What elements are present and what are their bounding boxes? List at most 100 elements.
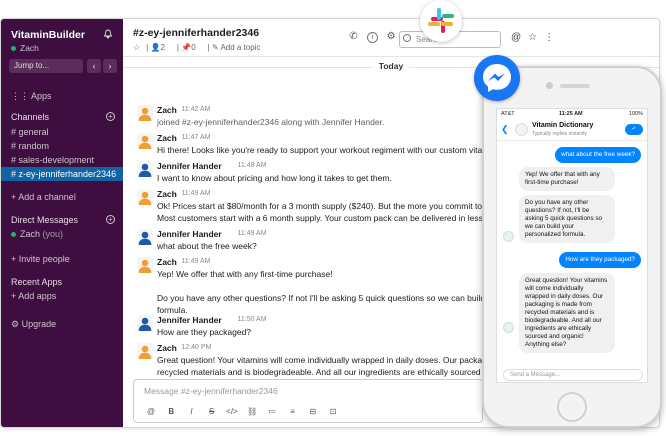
message-author[interactable]: Zach: [157, 257, 177, 267]
message-timestamp[interactable]: 11:48 AM: [238, 162, 267, 169]
info-icon[interactable]: i: [366, 32, 378, 43]
recent-apps-header[interactable]: Recent Apps: [11, 277, 62, 287]
bot-avatar-small: [503, 231, 514, 242]
gear-icon[interactable]: ⚙: [386, 32, 397, 43]
more-vertical-icon[interactable]: ⋮: [544, 32, 561, 43]
speaker-icon: [560, 84, 590, 88]
avatar[interactable]: [137, 133, 153, 149]
channel-header: #z-ey-jenniferhander2346 ☆ | 👤2 | 📌0 | ✎ Ad…: [123, 19, 659, 57]
message-author[interactable]: Zach: [157, 105, 177, 115]
strikethrough-icon[interactable]: S: [203, 407, 221, 416]
status-bar: AT&T 11:25 AM 100%: [501, 111, 643, 117]
avatar[interactable]: [137, 257, 153, 273]
avatar[interactable]: [137, 161, 153, 177]
star-icon[interactable]: ☆: [133, 43, 140, 52]
sidebar-item-general[interactable]: # general: [1, 125, 123, 139]
messenger-input[interactable]: Send a Message...: [503, 369, 643, 381]
channel-title[interactable]: #z-ey-jenniferhander2346: [133, 27, 259, 39]
sidebar: VitaminBuilder Zach Jump to... ‹ › ⋮⋮ Ap…: [1, 19, 123, 427]
message-author[interactable]: Jennifer Hander: [157, 161, 222, 171]
quote-icon[interactable]: ⊟: [304, 407, 322, 416]
check-icon[interactable]: ✓: [625, 124, 643, 135]
format-toolbar: @ B I S </> ⛓ ≔ ≡ ⊟ ⊡: [142, 407, 342, 416]
message-composer[interactable]: Message #z-ey-jenniferhander2346 @ B I S…: [133, 379, 483, 423]
conversation-subtitle: Typically replies instantly: [532, 131, 588, 137]
current-user: Zach: [11, 43, 39, 53]
channels-header[interactable]: Channels: [11, 112, 49, 122]
conversation-title: Vitamin Dictionary: [532, 122, 594, 129]
dm-item-zach[interactable]: Zach (you): [11, 229, 63, 239]
message-timestamp[interactable]: 11:50 AM: [238, 316, 267, 323]
chat-bubble-incoming: Great question! Your vitamins will come …: [519, 273, 615, 353]
avatar[interactable]: [137, 315, 153, 331]
message-timestamp[interactable]: 12:40 PM: [181, 344, 211, 351]
message-timestamp[interactable]: 11:42 AM: [181, 106, 210, 113]
members-count[interactable]: 👤2: [150, 43, 170, 52]
pins-count[interactable]: 📌0: [181, 43, 201, 52]
message-author[interactable]: Zach: [157, 189, 177, 199]
message-author[interactable]: Zach: [157, 133, 177, 143]
avatar[interactable]: [137, 343, 153, 359]
chat-bubble-incoming: Do you have any other questions? If not,…: [519, 195, 615, 243]
online-dot-icon: [11, 232, 16, 238]
chat-bubble-outgoing: what about the free week?: [555, 147, 641, 163]
add-apps-link[interactable]: + Add apps: [11, 291, 56, 301]
message-timestamp[interactable]: 11:47 AM: [181, 134, 210, 141]
apps-icon: ⋮⋮: [11, 91, 32, 101]
link-icon[interactable]: ⛓: [243, 407, 261, 416]
bell-icon[interactable]: [103, 29, 113, 39]
bullet-list-icon[interactable]: ≡: [284, 407, 302, 416]
forward-arrow-icon[interactable]: ›: [103, 59, 117, 73]
chat-bubble-incoming: Yep! We offer that with any first-time p…: [519, 167, 615, 191]
add-dm-plus-icon[interactable]: +: [106, 215, 115, 224]
upgrade-link[interactable]: ⚙ Upgrade: [11, 319, 56, 330]
back-arrow-icon[interactable]: ‹: [87, 59, 101, 73]
messenger-logo-icon: [474, 55, 520, 101]
phone-mockup: AT&T 11:25 AM 100% ❮ Vitamin Dictionary …: [482, 66, 662, 428]
status-dot-icon: [11, 46, 16, 52]
invite-people-link[interactable]: + Invite people: [11, 254, 70, 264]
messenger-screen: AT&T 11:25 AM 100% ❮ Vitamin Dictionary …: [496, 108, 648, 383]
camera-icon: [546, 82, 553, 89]
add-channel-link[interactable]: + Add a channel: [11, 192, 76, 202]
italic-icon[interactable]: I: [182, 407, 200, 416]
sidebar-item-z-ey-jenniferhander2346[interactable]: # z-ey-jenniferhander2346: [1, 167, 123, 181]
code-block-icon[interactable]: ⊡: [324, 407, 342, 416]
ordered-list-icon[interactable]: ≔: [263, 407, 281, 416]
bot-avatar: [515, 123, 528, 136]
avatar[interactable]: [137, 189, 153, 205]
avatar[interactable]: [137, 229, 153, 245]
apps-link[interactable]: ⋮⋮ Apps: [11, 91, 52, 102]
back-chevron-icon[interactable]: ❮: [501, 124, 509, 135]
avatar[interactable]: [137, 105, 153, 121]
bold-icon[interactable]: B: [162, 407, 180, 416]
bot-avatar-small: [503, 322, 514, 333]
channel-meta: ☆ | 👤2 | 📌0 | ✎ Add a topic: [133, 43, 272, 52]
home-button[interactable]: [557, 392, 587, 422]
message-input[interactable]: Message #z-ey-jenniferhander2346: [144, 386, 278, 396]
header-actions: ✆ i ⚙: [348, 31, 402, 43]
add-topic-link[interactable]: ✎ Add a topic: [212, 43, 267, 52]
sidebar-item-sales-development[interactable]: # sales-development: [1, 153, 123, 167]
code-icon[interactable]: </>: [223, 407, 241, 416]
message-author[interactable]: Jennifer Hander: [157, 315, 222, 325]
message-timestamp[interactable]: 11:49 AM: [181, 190, 210, 197]
upgrade-icon: ⚙: [11, 319, 22, 329]
message-author[interactable]: Jennifer Hander: [157, 229, 222, 239]
workspace-name[interactable]: VitaminBuilder: [11, 29, 85, 41]
mention-icon[interactable]: @: [511, 32, 528, 43]
star-outline-icon[interactable]: ☆: [528, 32, 544, 43]
slack-logo-icon: [420, 0, 462, 42]
message-timestamp[interactable]: 11:49 AM: [181, 258, 210, 265]
header-right-icons: @☆⋮: [511, 32, 561, 43]
chat-bubble-outgoing: How are they packaged?: [559, 252, 641, 268]
direct-messages-header[interactable]: Direct Messages: [11, 215, 78, 225]
sidebar-item-random[interactable]: # random: [1, 139, 123, 153]
message-author[interactable]: Zach: [157, 343, 177, 353]
attach-icon[interactable]: @: [142, 407, 160, 416]
message-timestamp[interactable]: 11:49 AM: [238, 230, 267, 237]
phone-icon[interactable]: ✆: [348, 32, 359, 43]
messenger-header: ❮ Vitamin Dictionary Typically replies i…: [497, 119, 647, 141]
add-channel-plus-icon[interactable]: +: [106, 112, 115, 121]
jump-to-button[interactable]: Jump to...: [9, 59, 83, 73]
